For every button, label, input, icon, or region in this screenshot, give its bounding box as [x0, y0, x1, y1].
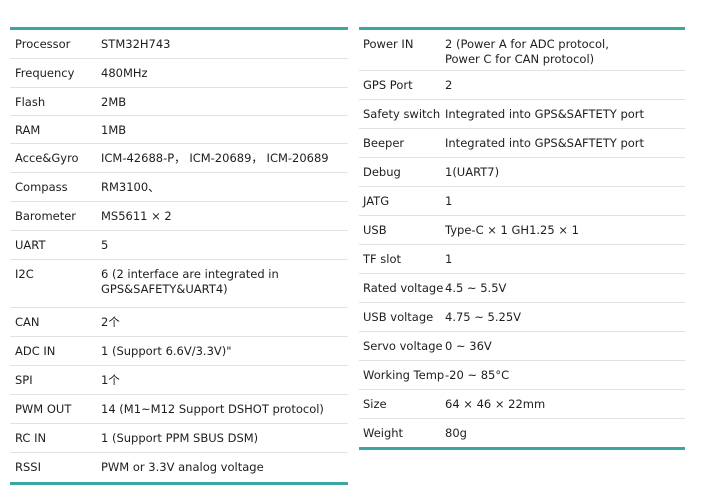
- spec-label: UART: [15, 238, 46, 252]
- spec-row-gps-port: GPS Port 2: [359, 71, 685, 100]
- spec-label: Flash: [15, 95, 46, 109]
- spec-row-size: Size 64 × 46 × 22mm: [359, 390, 685, 419]
- spec-row-acce-gyro: Acce&Gyro ICM-42688-P， ICM-20689， ICM-20…: [10, 144, 348, 173]
- spec-label: Size: [363, 397, 387, 411]
- spec-label: TF slot: [363, 252, 402, 266]
- spec-label: PWM OUT: [15, 402, 72, 416]
- spec-value: 1(UART7): [445, 165, 500, 179]
- spec-row-weight: Weight 80g: [359, 419, 685, 447]
- spec-row-rssi: RSSI PWM or 3.3V analog voltage: [10, 453, 348, 482]
- spec-label: Safety switch: [363, 107, 441, 121]
- spec-label: RAM: [15, 123, 41, 137]
- spec-row-servo-voltage: Servo voltage 0 ~ 36V: [359, 332, 685, 361]
- spec-row-beeper: Beeper Integrated into GPS&SAFTETY port: [359, 129, 685, 158]
- spec-row-flash: Flash 2MB: [10, 88, 348, 116]
- spec-value: 1个: [101, 373, 120, 387]
- spec-row-usb-voltage: USB voltage 4.75 ~ 5.25V: [359, 303, 685, 332]
- spec-row-barometer: Barometer MS5611 × 2: [10, 202, 348, 231]
- spec-label: Frequency: [15, 66, 75, 80]
- spec-label: CAN: [15, 315, 40, 329]
- spec-value: 14 (M1~M12 Support DSHOT protocol): [101, 402, 324, 416]
- spec-value: 2个: [101, 315, 120, 329]
- spec-value: RM3100、: [101, 180, 160, 194]
- spec-label: Barometer: [15, 209, 77, 223]
- spec-label: Power IN: [363, 37, 414, 51]
- spec-label: JATG: [363, 194, 390, 208]
- spec-row-uart: UART 5: [10, 231, 348, 260]
- spec-value: MS5611 × 2: [101, 209, 172, 223]
- spec-value: 80g: [445, 426, 467, 440]
- spec-label: Working Temp: [363, 368, 445, 382]
- spec-value: Integrated into GPS&SAFTETY port: [445, 136, 645, 150]
- spec-row-power-in: Power IN 2 (Power A for ADC protocol, Po…: [359, 30, 685, 71]
- spec-label: ADC IN: [15, 344, 56, 358]
- spec-value: 480MHz: [101, 66, 148, 80]
- spec-value: 6 (2 interface are integrated in GPS&SAF…: [101, 267, 279, 296]
- spec-label: Beeper: [363, 136, 405, 150]
- spec-row-usb: USB Type-C × 1 GH1.25 × 1: [359, 216, 685, 245]
- spec-value: 1: [445, 194, 453, 208]
- spec-value: ICM-42688-P， ICM-20689， ICM-20689: [101, 151, 329, 165]
- spec-label: RC IN: [15, 431, 47, 445]
- spec-row-compass: Compass RM3100、: [10, 173, 348, 202]
- spec-row-pwm-out: PWM OUT 14 (M1~M12 Support DSHOT protoco…: [10, 395, 348, 424]
- spec-label: Compass: [15, 180, 68, 194]
- spec-value: 0 ~ 36V: [445, 339, 492, 353]
- spec-value: 64 × 46 × 22mm: [445, 397, 546, 411]
- spec-value: STM32H743: [101, 37, 171, 51]
- spec-row-jatg: JATG 1: [359, 187, 685, 216]
- spec-label: Weight: [363, 426, 404, 440]
- spec-row-processor: Processor STM32H743: [10, 30, 348, 59]
- spec-value: 4.75 ~ 5.25V: [445, 310, 522, 324]
- spec-value: 1 (Support PPM SBUS DSM): [101, 431, 259, 445]
- spec-row-rated-voltage: Rated voltage 4.5 ~ 5.5V: [359, 274, 685, 303]
- spec-label: GPS Port: [363, 78, 413, 92]
- spec-value: 1 (Support 6.6V/3.3V)": [101, 344, 232, 358]
- spec-label: Debug: [363, 165, 401, 179]
- spec-row-adc-in: ADC IN 1 (Support 6.6V/3.3V)": [10, 337, 348, 366]
- spec-label: USB: [363, 223, 387, 237]
- spec-row-rc-in: RC IN 1 (Support PPM SBUS DSM): [10, 424, 348, 453]
- spec-value: 2 (Power A for ADC protocol, Power C for…: [445, 37, 609, 66]
- spec-label: USB voltage: [363, 310, 434, 324]
- spec-row-i2c: I2C 6 (2 interface are integrated in GPS…: [10, 260, 348, 308]
- spec-label: Servo voltage: [363, 339, 443, 353]
- spec-row-spi: SPI 1个: [10, 366, 348, 395]
- spec-label: Acce&Gyro: [15, 151, 79, 165]
- spec-row-safety-switch: Safety switch Integrated into GPS&SAFTET…: [359, 100, 685, 129]
- spec-value: 5: [101, 238, 109, 252]
- spec-row-working-temp: Working Temp -20 ~ 85°C: [359, 361, 685, 390]
- spec-label: Rated voltage: [363, 281, 444, 295]
- spec-value: PWM or 3.3V analog voltage: [101, 460, 264, 474]
- spec-value: 1: [445, 252, 453, 266]
- spec-value: Type-C × 1 GH1.25 × 1: [445, 223, 579, 237]
- spec-value: Integrated into GPS&SAFTETY port: [445, 107, 645, 121]
- spec-value: 2MB: [101, 95, 127, 109]
- spec-value: -20 ~ 85°C: [445, 368, 510, 382]
- spec-row-frequency: Frequency 480MHz: [10, 59, 348, 88]
- spec-label: SPI: [15, 373, 33, 387]
- spec-label: Processor: [15, 37, 71, 51]
- spec-value: 2: [445, 78, 453, 92]
- spec-row-tf-slot: TF slot 1: [359, 245, 685, 274]
- spec-label: RSSI: [15, 460, 41, 474]
- spec-row-ram: RAM 1MB: [10, 116, 348, 144]
- specs-table-left: Processor STM32H743 Frequency 480MHz Fla…: [10, 27, 348, 485]
- spec-value: 4.5 ~ 5.5V: [445, 281, 507, 295]
- specs-table-right: Power IN 2 (Power A for ADC protocol, Po…: [359, 27, 685, 450]
- spec-row-can: CAN 2个: [10, 308, 348, 337]
- spec-value: 1MB: [101, 123, 127, 137]
- spec-row-debug: Debug 1(UART7): [359, 158, 685, 187]
- spec-label: I2C: [15, 267, 34, 281]
